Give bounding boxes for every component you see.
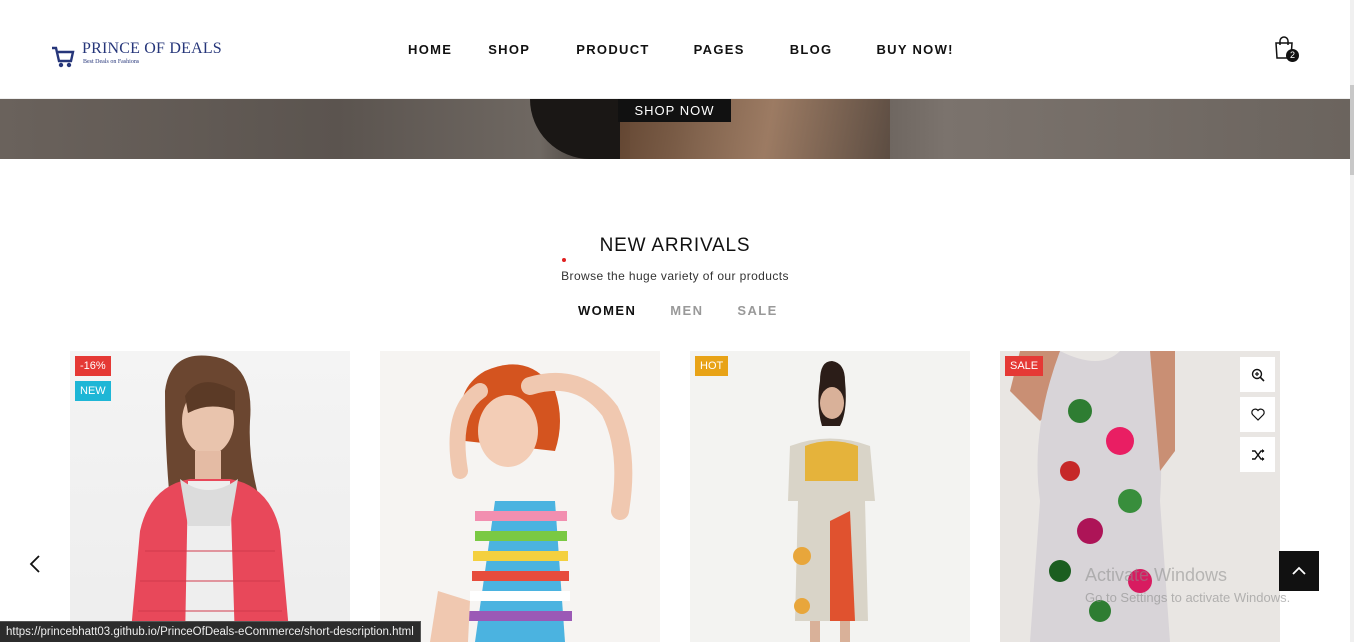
- cart-logo-icon: [52, 46, 75, 68]
- nav-home[interactable]: HOME: [408, 42, 452, 57]
- hot-badge: HOT: [695, 356, 729, 376]
- product-image-red-jacket: [130, 355, 290, 642]
- category-tabs: WOMEN MEN SALE: [578, 303, 778, 318]
- logo-subtitle: Best Deals on Fashions: [83, 59, 140, 65]
- quick-view-button[interactable]: [1240, 357, 1275, 392]
- hero-image-dark: [530, 99, 630, 159]
- logo[interactable]: PRINCE OF DEALS Best Deals on Fashions: [50, 40, 222, 70]
- chevron-up-icon: [1292, 566, 1306, 575]
- nav-blog[interactable]: BLOG: [790, 42, 833, 57]
- nav-shop[interactable]: SHOP: [488, 42, 530, 57]
- scrollbar-thumb[interactable]: [1350, 85, 1354, 175]
- nav-pages[interactable]: PAGES: [694, 42, 745, 57]
- cart-count-badge: 2: [1286, 49, 1299, 62]
- tab-sale[interactable]: SALE: [737, 303, 777, 318]
- product-card[interactable]: HOT: [690, 351, 970, 642]
- shop-now-button[interactable]: SHOP NOW: [618, 99, 731, 122]
- nav-product[interactable]: PRODUCT: [576, 42, 649, 57]
- activate-windows-subtitle: Go to Settings to activate Windows.: [1085, 590, 1291, 605]
- product-card[interactable]: [380, 351, 660, 642]
- nav-buy-now[interactable]: BUY NOW!: [876, 42, 953, 57]
- cart-button[interactable]: 2: [1272, 36, 1300, 64]
- chevron-left-icon: [29, 555, 40, 573]
- tab-men[interactable]: MEN: [670, 303, 703, 318]
- carousel-prev-button[interactable]: [25, 553, 45, 575]
- activate-windows-title: Activate Windows: [1085, 565, 1228, 585]
- product-card[interactable]: -16% NEW: [70, 351, 350, 642]
- zoom-in-icon: [1251, 368, 1265, 382]
- product-image-striped-dress: [430, 364, 633, 642]
- product-image-patterned-dress: [788, 361, 875, 642]
- section-title: NEW ARRIVALS: [599, 235, 751, 256]
- compare-button[interactable]: [1240, 437, 1275, 472]
- title-dot: [562, 258, 566, 262]
- site-header: PRINCE OF DEALS Best Deals on Fashions H…: [0, 0, 1350, 99]
- section-subtitle: Browse the huge variety of our products: [561, 269, 789, 283]
- new-badge: NEW: [75, 381, 111, 401]
- page-scrollbar[interactable]: [1350, 0, 1354, 642]
- wishlist-button[interactable]: [1240, 397, 1275, 432]
- browser-status-url: https://princebhatt03.github.io/PrinceOf…: [0, 621, 421, 642]
- discount-badge: -16%: [75, 356, 111, 376]
- tab-women[interactable]: WOMEN: [578, 303, 636, 318]
- shuffle-icon: [1251, 448, 1264, 461]
- main-nav: HOME SHOP PRODUCT PAGES BLOG BUY NOW!: [408, 42, 954, 57]
- logo-title: PRINCE OF DEALS: [82, 40, 222, 57]
- sale-badge: SALE: [1005, 356, 1044, 376]
- back-to-top-button[interactable]: [1279, 551, 1319, 591]
- heart-icon: [1250, 408, 1265, 421]
